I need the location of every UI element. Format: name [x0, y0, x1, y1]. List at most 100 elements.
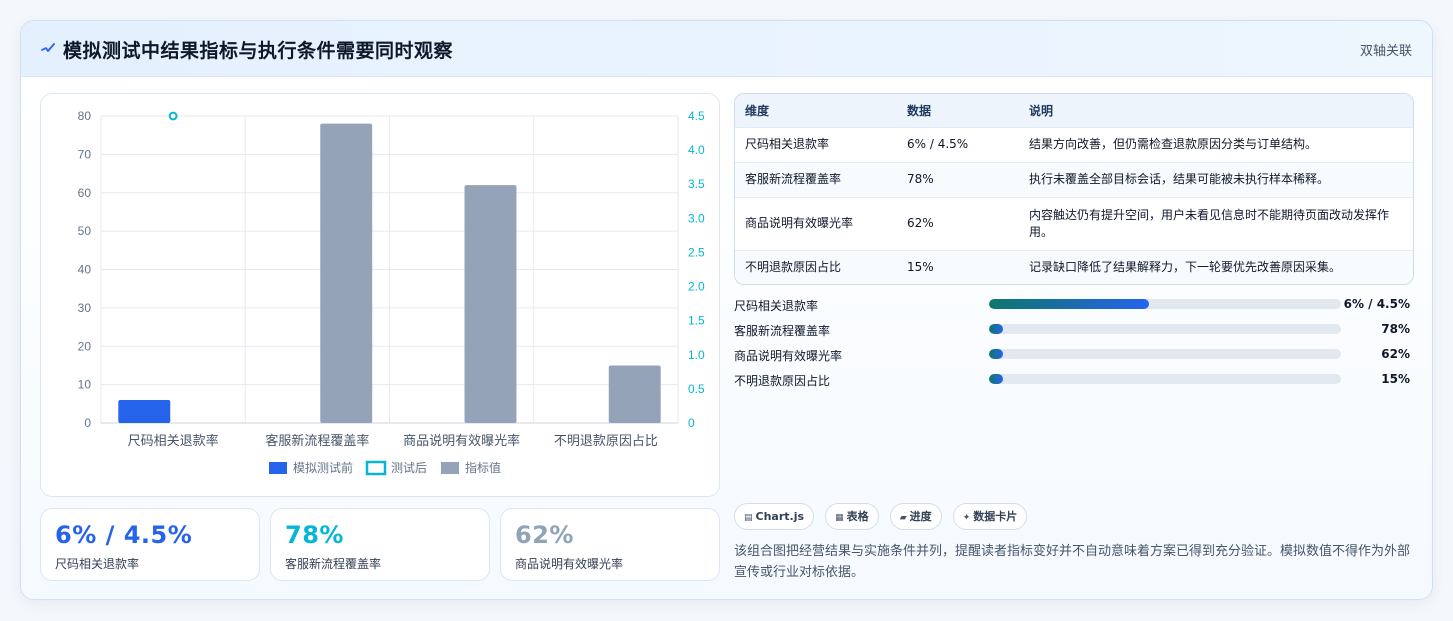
table-row: 尺码相关退款率 6% / 4.5% 结果方向改善，但仍需检查退款原因分类与订单结…: [735, 126, 1413, 162]
y-left-tick-label: 0: [84, 416, 91, 430]
kpi-label: 商品说明有效曝光率: [515, 557, 624, 571]
header-tag: 双轴关联: [1359, 44, 1412, 59]
chip-chartjs[interactable]: ▤ Chart.js: [734, 503, 815, 530]
progress-row: 不明退款原因占比 15%: [734, 370, 1414, 388]
chip-label: 表格: [846, 510, 869, 523]
kpi-card-3: 62% 商品说明有效曝光率: [500, 508, 720, 581]
y-right-tick-label: 0: [688, 416, 695, 430]
y-right-tick-label: 0.5: [688, 382, 705, 396]
chart-bar: [608, 365, 661, 423]
kpi-value: 62%: [515, 521, 574, 549]
kpi-label: 尺码相关退款率: [55, 557, 140, 571]
dashboard-card: 模拟测试中结果指标与执行条件需要同时观察 双轴关联 0 10 20 30 40 50 60 7…: [20, 20, 1433, 600]
y-left-tick-label: 80: [78, 109, 92, 123]
y-right-tick-label: 2.5: [688, 245, 705, 259]
legend-label: 测试后: [391, 460, 427, 475]
progress-track: [989, 374, 1341, 384]
chart-bar: [118, 399, 171, 423]
table-cell: 执行未覆盖全部目标会话，结果可能被未执行样本稀释。: [1019, 161, 1413, 197]
progress-value: 15%: [1381, 372, 1410, 386]
y-left-tick-label: 20: [78, 339, 92, 353]
x-tick-label: 尺码相关退款率: [128, 433, 219, 448]
progress-value: 6% / 4.5%: [1343, 297, 1410, 311]
summary-note: 该组合图把经营结果与实施条件并列，提醒读者指标变好并不自动意味着方案已得到充分验…: [734, 544, 1411, 580]
table-cell: 尺码相关退款率: [735, 126, 897, 162]
combo-chart: 0 10 20 30 40 50 60 70 80 0 0.5 1.0 1.5 2.0 2.5 3.0 3.5 4…: [78, 109, 705, 476]
chart-icon: ▤: [744, 513, 753, 523]
kpi-card-1: 6% / 4.5% 尺码相关退款率: [40, 508, 260, 581]
kpi-card-2: 78% 客服新流程覆盖率: [270, 508, 490, 581]
y-right-tick-label: 3.5: [688, 177, 705, 191]
table-cell: 6% / 4.5%: [897, 126, 1019, 162]
legend-label: 指标值: [465, 460, 501, 475]
y-left-tick-label: 70: [78, 147, 92, 161]
progress-track: [989, 324, 1341, 334]
table-cell: 客服新流程覆盖率: [735, 161, 897, 197]
table-cell: 78%: [897, 161, 1019, 197]
progress-value: 78%: [1381, 322, 1410, 336]
progress-label: 不明退款原因占比: [734, 374, 831, 388]
table-cell: 商品说明有效曝光率: [735, 196, 897, 250]
y-left-tick-label: 10: [78, 378, 92, 392]
table-header-row: 维度 数据 说明: [735, 94, 1413, 127]
progress-icon: ▰: [899, 513, 907, 523]
data-table: 维度 数据 说明 尺码相关退款率 6% / 4.5% 结果方向改善，但仍需检查退…: [734, 93, 1414, 285]
table-cell: 15%: [897, 249, 1019, 284]
kpi-value: 6% / 4.5%: [55, 521, 193, 549]
progress-list: 尺码相关退款率 6% / 4.5% 客服新流程覆盖率 78% 商品说明有效曝光率…: [734, 295, 1414, 395]
chart-bar: [320, 123, 373, 424]
legend-label: 模拟测试前: [293, 460, 353, 475]
progress-track: [989, 299, 1341, 309]
y-right-tick-label: 3.0: [688, 211, 705, 225]
column-header: 说明: [1029, 103, 1054, 118]
column-header: 数据: [907, 103, 932, 118]
progress-row: 客服新流程覆盖率 78%: [734, 320, 1414, 338]
legend-swatch: [365, 460, 387, 476]
progress-track: [989, 349, 1341, 359]
chart-panel: 0 10 20 30 40 50 60 70 80 0 0.5 1.0 1.5 2.0 2.5 3.0 3.5 4…: [40, 93, 720, 497]
y-right-tick-label: 4.0: [688, 143, 705, 157]
y-right-tick-label: 4.5: [688, 109, 705, 123]
kpi-label: 客服新流程覆盖率: [285, 557, 382, 571]
table-cell: 62%: [897, 196, 1019, 250]
chip-table[interactable]: ▦ 表格: [825, 503, 879, 530]
data-point: [168, 111, 178, 121]
page-title: 模拟测试中结果指标与执行条件需要同时观察: [63, 40, 454, 62]
table-cell: 结果方向改善，但仍需检查退款原因分类与订单结构。: [1019, 126, 1413, 162]
legend-swatch: [441, 462, 459, 474]
progress-value: 62%: [1381, 347, 1410, 361]
y-right-tick-label: 1.5: [688, 314, 705, 328]
table-row: 客服新流程覆盖率 78% 执行未覆盖全部目标会话，结果可能被未执行样本稀释。: [735, 161, 1413, 197]
y-left-tick-label: 30: [78, 301, 92, 315]
legend-swatch: [269, 462, 287, 474]
kpi-value: 78%: [285, 521, 344, 549]
chip-data-card[interactable]: ✦ 数据卡片: [952, 503, 1028, 530]
pulse-icon: [41, 43, 55, 52]
progress-fill: [989, 299, 1150, 309]
y-right-tick-label: 1.0: [688, 348, 705, 362]
x-tick-label: 不明退款原因占比: [554, 433, 658, 448]
table-cell: 内容触达仍有提升空间，用户未看见信息时不能期待页面改动发挥作用。: [1019, 196, 1413, 250]
chip-label: 进度: [909, 510, 932, 523]
progress-fill: [989, 374, 1004, 384]
progress-label: 客服新流程覆盖率: [734, 324, 831, 338]
chip-label: 数据卡片: [973, 510, 1018, 523]
x-tick-label: 客服新流程覆盖率: [265, 433, 369, 448]
spark-icon: ✦: [962, 513, 971, 523]
table-icon: ▦: [835, 513, 844, 523]
x-tick-label: 商品说明有效曝光率: [403, 433, 520, 448]
chart-bar: [464, 185, 517, 423]
table-cell: 不明退款原因占比: [735, 249, 897, 284]
feature-chips: ▤ Chart.js ▦ 表格 ▰ 进度 ✦ 数据卡片: [734, 503, 1033, 531]
table-row: 商品说明有效曝光率 62% 内容触达仍有提升空间，用户未看见信息时不能期待页面改…: [735, 196, 1413, 250]
y-left-tick-label: 40: [78, 263, 92, 277]
chip-label: Chart.js: [755, 510, 805, 523]
progress-row: 商品说明有效曝光率 62%: [734, 345, 1414, 363]
progress-fill: [989, 324, 1004, 334]
progress-fill: [989, 349, 1004, 359]
progress-row: 尺码相关退款率 6% / 4.5%: [734, 295, 1414, 313]
column-header: 维度: [745, 103, 770, 118]
chip-progress[interactable]: ▰ 进度: [889, 503, 942, 530]
y-left-tick-label: 50: [78, 224, 92, 238]
card-header: 模拟测试中结果指标与执行条件需要同时观察 双轴关联: [21, 21, 1432, 77]
